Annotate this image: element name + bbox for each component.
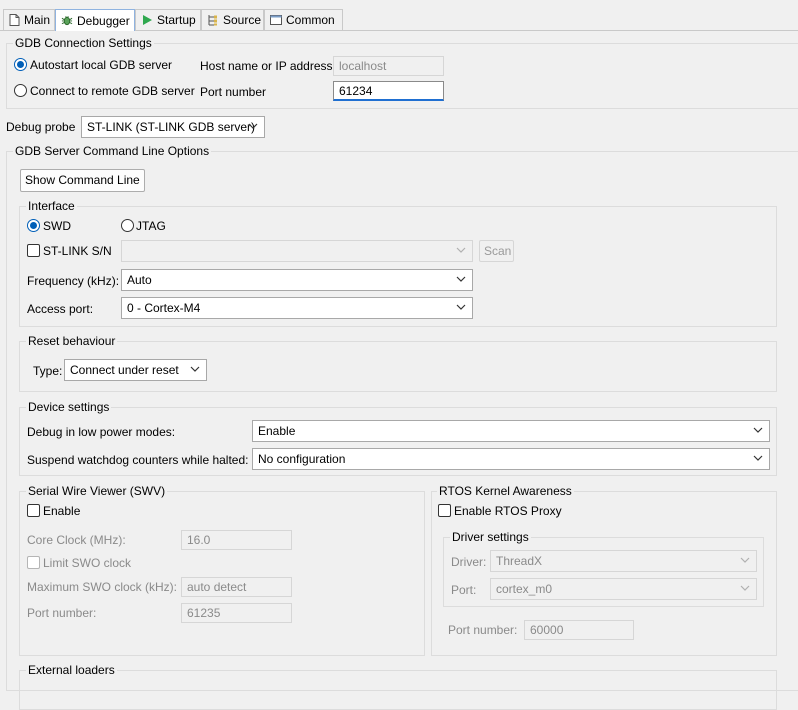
watchdog-label: Suspend watchdog counters while halted: <box>27 453 249 467</box>
chevron-down-icon <box>456 304 466 310</box>
debugger-bug-icon <box>61 15 73 27</box>
show-command-line-button[interactable]: Show Command Line <box>20 169 145 192</box>
tab-source-label: Source <box>223 13 262 27</box>
interface-title: Interface <box>26 199 77 213</box>
low-power-value: Enable <box>258 424 296 438</box>
max-swo-field[interactable]: auto detect <box>181 577 292 597</box>
rtos-port-number-field[interactable]: 60000 <box>524 620 634 640</box>
chevron-down-icon <box>740 557 750 563</box>
jtag-label: JTAG <box>136 219 166 233</box>
autostart-radio[interactable] <box>14 58 27 71</box>
chevron-down-icon <box>248 123 258 129</box>
low-power-label: Debug in low power modes: <box>27 425 176 439</box>
debug-probe-value: ST-LINK (ST-LINK GDB server) <box>87 120 256 134</box>
host-field[interactable]: localhost <box>333 56 444 76</box>
access-port-select[interactable]: 0 - Cortex-M4 <box>121 297 473 319</box>
rtos-proxy-checkbox[interactable] <box>438 504 451 517</box>
driver-label: Driver: <box>451 555 487 569</box>
rtos-port-number-label: Port number: <box>448 623 518 637</box>
reset-behaviour-title: Reset behaviour <box>26 334 118 348</box>
external-loaders-group <box>19 670 777 710</box>
driver-value: ThreadX <box>496 554 543 568</box>
swv-port-field[interactable]: 61235 <box>181 603 292 623</box>
swv-enable-checkbox[interactable] <box>27 504 40 517</box>
driver-select[interactable]: ThreadX <box>490 550 757 572</box>
stlink-sn-select[interactable] <box>121 240 473 262</box>
tab-common[interactable]: Common <box>264 9 343 30</box>
reset-type-value: Connect under reset <box>70 363 179 377</box>
common-window-icon <box>270 14 282 26</box>
limit-swo-label: Limit SWO clock <box>43 556 132 570</box>
port-label: Port number <box>200 85 267 99</box>
stlink-sn-checkbox[interactable] <box>27 244 40 257</box>
core-clock-label: Core Clock (MHz): <box>27 533 126 547</box>
tab-startup[interactable]: Startup <box>135 9 201 30</box>
port-field[interactable]: 61234 <box>333 81 444 101</box>
driver-settings-title: Driver settings <box>450 530 531 544</box>
source-folder-icon <box>207 14 219 26</box>
chevron-down-icon <box>190 366 200 372</box>
watchdog-value: No configuration <box>258 452 346 466</box>
rtos-title: RTOS Kernel Awareness <box>437 484 574 498</box>
autostart-label: Autostart local GDB server <box>30 58 173 72</box>
frequency-label: Frequency (kHz): <box>27 274 120 288</box>
host-label: Host name or IP address <box>200 59 333 73</box>
low-power-select[interactable]: Enable <box>252 420 770 442</box>
tab-bar: Main Debugger Startup Source Common <box>0 9 798 31</box>
jtag-radio[interactable] <box>121 219 134 232</box>
max-swo-label: Maximum SWO clock (kHz): <box>27 580 177 594</box>
scan-button[interactable]: Scan <box>479 240 514 262</box>
swd-label: SWD <box>43 219 71 233</box>
tab-source[interactable]: Source <box>201 9 264 30</box>
swv-enable-label: Enable <box>43 504 81 518</box>
chevron-down-icon <box>740 585 750 591</box>
chevron-down-icon <box>753 427 763 433</box>
swv-title: Serial Wire Viewer (SWV) <box>26 484 168 498</box>
debug-probe-label: Debug probe <box>6 120 76 134</box>
gdb-connection-title: GDB Connection Settings <box>13 36 154 50</box>
external-loaders-title: External loaders <box>26 663 117 677</box>
access-port-value: 0 - Cortex-M4 <box>127 301 201 315</box>
tab-debugger-label: Debugger <box>77 13 130 28</box>
limit-swo-checkbox[interactable] <box>27 556 40 569</box>
rtos-port-label: Port: <box>451 583 477 597</box>
core-clock-field[interactable]: 16.0 <box>181 530 292 550</box>
startup-play-icon <box>141 14 153 26</box>
gdb-server-options-title: GDB Server Command Line Options <box>13 144 212 158</box>
chevron-down-icon <box>456 276 466 282</box>
reset-type-label: Type: <box>33 364 63 378</box>
main-file-icon <box>9 14 20 26</box>
tab-main-label: Main <box>24 13 51 27</box>
rtos-port-select[interactable]: cortex_m0 <box>490 578 757 600</box>
debug-probe-select[interactable]: ST-LINK (ST-LINK GDB server) <box>81 116 265 138</box>
device-settings-title: Device settings <box>26 400 112 414</box>
watchdog-select[interactable]: No configuration <box>252 448 770 470</box>
tab-main[interactable]: Main <box>3 9 55 30</box>
chevron-down-icon <box>456 247 466 253</box>
chevron-down-icon <box>753 455 763 461</box>
remote-radio[interactable] <box>14 84 27 97</box>
swv-port-label: Port number: <box>27 606 97 620</box>
swd-radio[interactable] <box>27 219 40 232</box>
rtos-port-value: cortex_m0 <box>496 582 553 596</box>
tab-common-label: Common <box>286 13 335 27</box>
frequency-select[interactable]: Auto <box>121 269 473 291</box>
tab-startup-label: Startup <box>157 13 196 27</box>
tab-debugger[interactable]: Debugger <box>55 9 135 31</box>
stlink-sn-label: ST-LINK S/N <box>43 244 112 258</box>
rtos-proxy-label: Enable RTOS Proxy <box>454 504 562 518</box>
frequency-value: Auto <box>127 273 152 287</box>
remote-label: Connect to remote GDB server <box>30 84 195 98</box>
access-port-label: Access port: <box>27 302 94 316</box>
reset-type-select[interactable]: Connect under reset <box>64 359 207 381</box>
